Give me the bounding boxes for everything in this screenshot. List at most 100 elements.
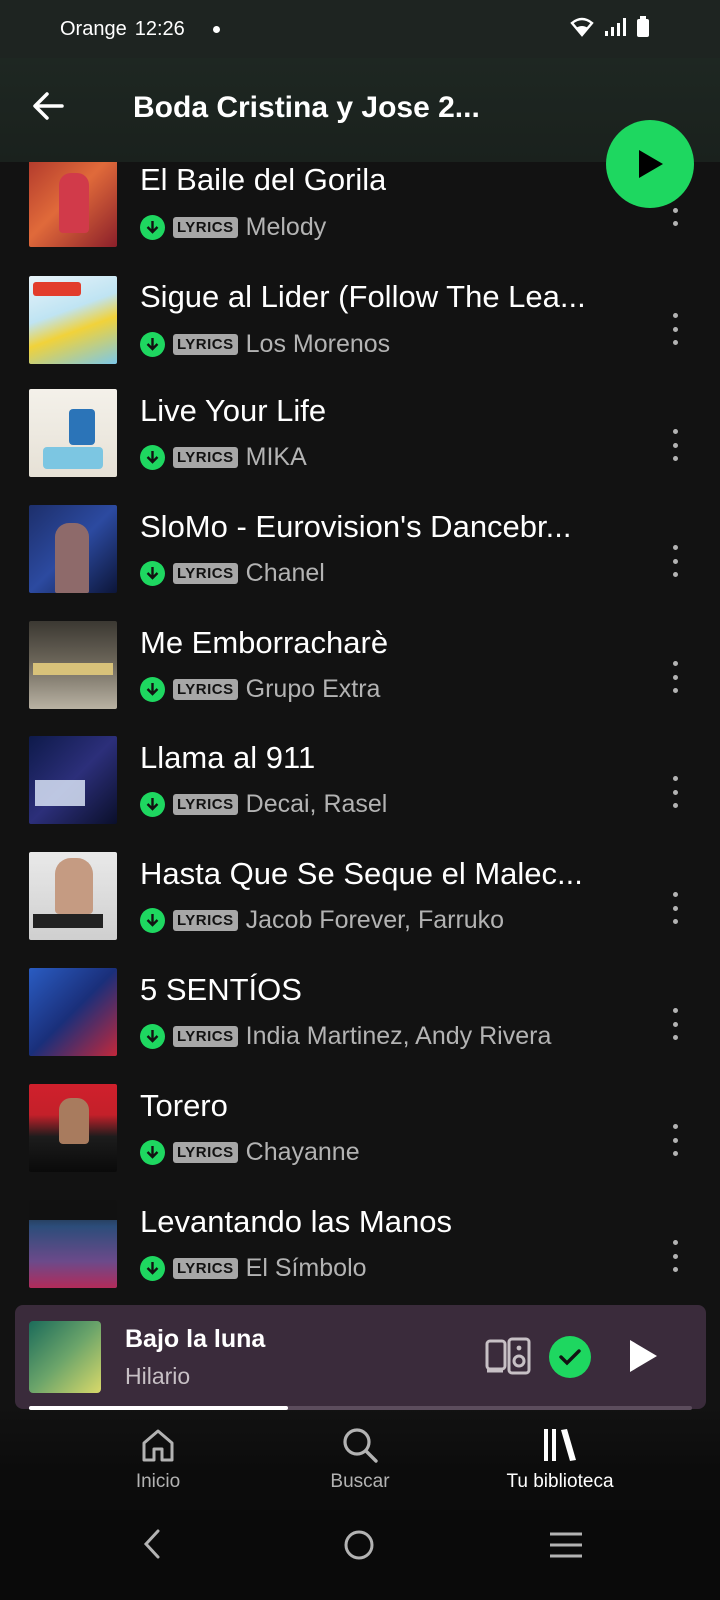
track-artist: Decai, Rasel xyxy=(245,789,388,818)
nav-search[interactable]: Buscar xyxy=(280,1425,440,1493)
track-artist: MIKA xyxy=(245,442,307,471)
track-row[interactable]: Sigue al Lider (Follow The Lea... LYRICS… xyxy=(0,269,720,387)
downloaded-icon xyxy=(140,676,165,702)
track-title: Hasta Que Se Seque el Malec... xyxy=(140,856,583,891)
lyrics-badge: LYRICS xyxy=(173,678,238,700)
track-title: Me Emborracharè xyxy=(140,625,389,660)
more-options-icon[interactable] xyxy=(665,1004,685,1044)
search-icon xyxy=(343,1428,378,1463)
downloaded-icon xyxy=(140,444,165,470)
track-meta: LYRICS India Martinez, Andy Rivera xyxy=(140,1021,551,1051)
system-back-icon[interactable] xyxy=(140,1527,164,1561)
downloaded-icon xyxy=(140,1139,165,1165)
album-cover xyxy=(29,1200,117,1288)
track-meta: LYRICS Chayanne xyxy=(140,1137,360,1167)
downloaded-icon xyxy=(140,214,165,240)
bottom-navigation: Inicio Buscar Tu biblioteca xyxy=(0,1405,720,1515)
track-artist: Chayanne xyxy=(245,1137,360,1166)
system-recents-icon[interactable] xyxy=(548,1530,584,1560)
back-arrow-icon[interactable] xyxy=(28,86,68,126)
track-row[interactable]: Levantando las Manos LYRICS El Símbolo xyxy=(0,1198,720,1302)
track-title: Torero xyxy=(140,1088,228,1123)
track-title: Levantando las Manos xyxy=(140,1204,452,1239)
track-title: Llama al 911 xyxy=(140,740,316,775)
lyrics-badge: LYRICS xyxy=(173,216,238,238)
lyrics-badge: LYRICS xyxy=(173,909,238,931)
page-title: Boda Cristina y Jose 2... xyxy=(133,91,480,124)
downloaded-icon xyxy=(140,560,165,586)
track-row[interactable]: SloMo - Eurovision's Dancebr... LYRICS C… xyxy=(0,503,720,621)
track-row[interactable]: Me Emborracharè LYRICS Grupo Extra xyxy=(0,619,720,737)
saved-check-icon[interactable] xyxy=(549,1336,591,1378)
nav-label: Tu biblioteca xyxy=(506,1471,614,1492)
downloaded-icon xyxy=(140,1023,165,1049)
downloaded-icon xyxy=(140,791,165,817)
status-bar: Orange 12:26 xyxy=(0,0,720,58)
battery-icon xyxy=(637,16,649,37)
track-artist: Grupo Extra xyxy=(245,674,381,703)
album-cover xyxy=(29,1084,117,1172)
lyrics-badge: LYRICS xyxy=(173,562,238,584)
lyrics-badge: LYRICS xyxy=(173,333,238,355)
track-meta: LYRICS El Símbolo xyxy=(140,1253,367,1283)
play-button[interactable] xyxy=(606,120,694,208)
track-row[interactable]: Hasta Que Se Seque el Malec... LYRICS Ja… xyxy=(0,850,720,968)
system-navigation-bar xyxy=(0,1510,720,1600)
play-icon[interactable] xyxy=(627,1338,659,1374)
album-cover xyxy=(29,276,117,364)
more-options-icon[interactable] xyxy=(665,1236,685,1276)
now-playing-artist: Hilario xyxy=(125,1363,191,1389)
album-cover xyxy=(29,621,117,709)
signal-icon xyxy=(605,18,626,36)
track-row[interactable]: Torero LYRICS Chayanne xyxy=(0,1082,720,1200)
lyrics-badge: LYRICS xyxy=(173,1257,238,1279)
more-options-icon[interactable] xyxy=(665,425,685,465)
connect-device-icon[interactable] xyxy=(485,1337,531,1377)
more-options-icon[interactable] xyxy=(665,772,685,812)
track-artist: El Símbolo xyxy=(245,1253,367,1282)
system-home-icon[interactable] xyxy=(342,1528,376,1562)
now-playing-cover xyxy=(29,1321,101,1393)
album-cover xyxy=(29,852,117,940)
track-list[interactable]: El Baile del Gorila LYRICS Melody Sigue … xyxy=(0,162,720,1302)
notification-dot-icon xyxy=(212,25,220,33)
library-icon xyxy=(544,1429,576,1461)
track-title: 5 SENTÍOS xyxy=(140,972,302,1007)
lyrics-badge: LYRICS xyxy=(173,446,238,468)
nav-label: Inicio xyxy=(135,1471,181,1492)
playback-progress-fill xyxy=(29,1406,288,1410)
lyrics-badge: LYRICS xyxy=(173,1141,238,1163)
album-cover xyxy=(29,505,117,593)
track-meta: LYRICS Los Morenos xyxy=(140,329,390,359)
play-icon xyxy=(639,150,663,178)
nav-library[interactable]: Tu biblioteca xyxy=(480,1425,640,1493)
lyrics-badge: LYRICS xyxy=(173,793,238,815)
nav-label: Buscar xyxy=(330,1471,390,1492)
more-options-icon[interactable] xyxy=(665,1120,685,1160)
lyrics-badge: LYRICS xyxy=(173,1025,238,1047)
nav-home[interactable]: Inicio xyxy=(78,1425,238,1493)
more-options-icon[interactable] xyxy=(665,309,685,349)
more-options-icon[interactable] xyxy=(665,888,685,928)
track-title: SloMo - Eurovision's Dancebr... xyxy=(140,509,572,544)
track-artist: Los Morenos xyxy=(245,329,391,358)
carrier-name: Orange xyxy=(60,17,127,40)
more-options-icon[interactable] xyxy=(665,541,685,581)
downloaded-icon xyxy=(140,907,165,933)
track-row[interactable]: 5 SENTÍOS LYRICS India Martinez, Andy Ri… xyxy=(0,966,720,1084)
home-icon xyxy=(142,1429,174,1462)
playback-progress-bar[interactable] xyxy=(29,1406,692,1410)
album-cover xyxy=(29,389,117,477)
track-title: Live Your Life xyxy=(140,393,327,428)
mini-player[interactable]: Bajo la luna Hilario xyxy=(15,1305,706,1410)
track-meta: LYRICS Jacob Forever, Farruko xyxy=(140,905,504,935)
more-options-icon[interactable] xyxy=(665,657,685,697)
track-meta: LYRICS Decai, Rasel xyxy=(140,789,387,819)
status-time: 12:26 xyxy=(134,17,185,40)
track-meta: LYRICS Chanel xyxy=(140,558,325,588)
track-artist: Melody xyxy=(245,212,327,241)
track-row[interactable]: Llama al 911 LYRICS Decai, Rasel xyxy=(0,734,720,852)
wifi-icon xyxy=(570,17,594,37)
track-row[interactable]: Live Your Life LYRICS MIKA xyxy=(0,387,720,505)
album-cover xyxy=(29,736,117,824)
